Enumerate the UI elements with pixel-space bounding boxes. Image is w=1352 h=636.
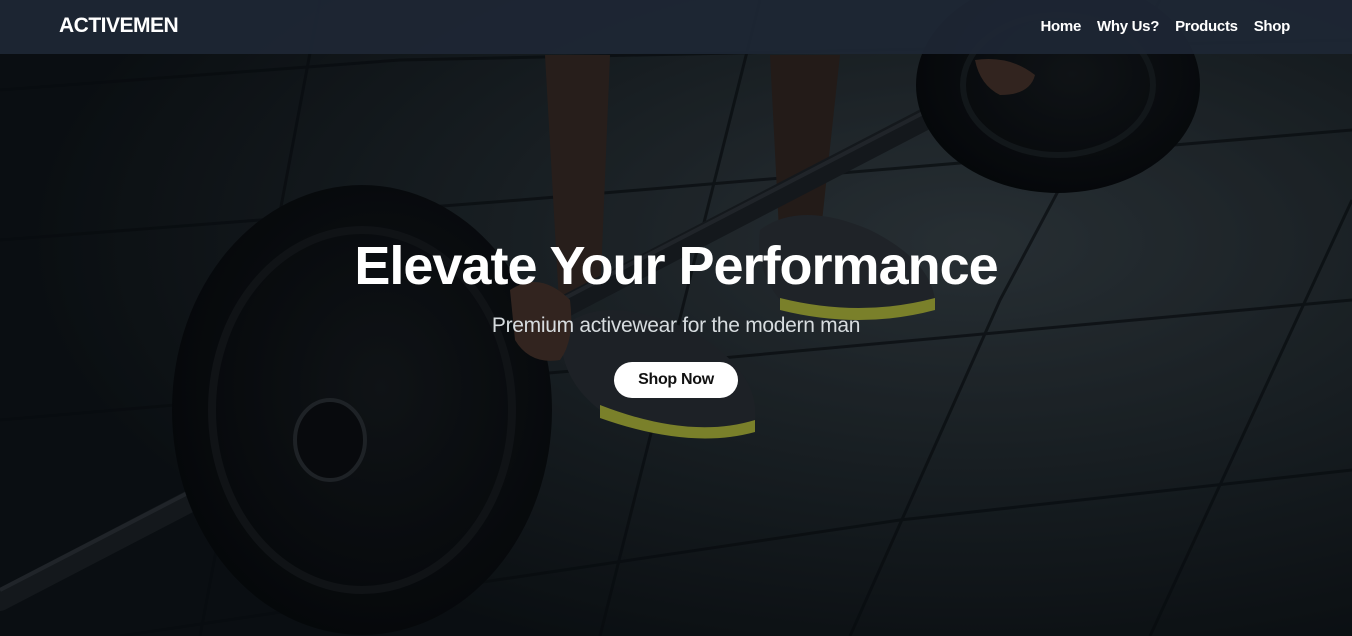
nav-link-home[interactable]: Home (1041, 18, 1082, 35)
navbar: ACTIVEMEN Home Why Us? Products Shop (0, 0, 1352, 54)
hero-subtitle: Premium activewear for the modern man (491, 314, 861, 337)
hero-content: Elevate Your Performance Premium activew… (0, 230, 1352, 398)
nav-links: Home Why Us? Products Shop (1041, 18, 1291, 35)
shop-now-button[interactable]: Shop Now (614, 362, 738, 398)
nav-link-why-us[interactable]: Why Us? (1097, 18, 1159, 35)
hero-section: ACTIVEMEN Home Why Us? Products Shop Ele… (0, 0, 1352, 636)
brand-logo[interactable]: ACTIVEMEN (59, 14, 179, 38)
hero-title: Elevate Your Performance (354, 236, 998, 296)
nav-link-shop[interactable]: Shop (1254, 18, 1291, 35)
nav-link-products[interactable]: Products (1175, 18, 1238, 35)
